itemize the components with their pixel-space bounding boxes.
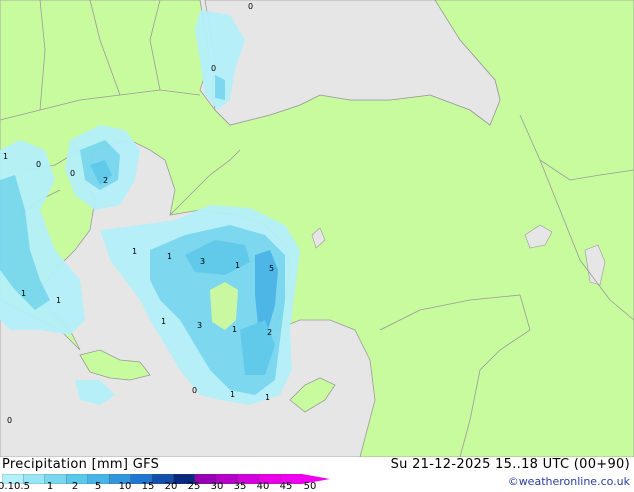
map-label: 0 [192, 386, 197, 395]
map-label: 0 [248, 2, 253, 11]
map-label: 0 [36, 160, 41, 169]
legend-label: 50 [303, 481, 317, 492]
map-label: 0 [70, 169, 75, 178]
map-label: 0 [211, 64, 216, 73]
legend-label: 30 [210, 481, 224, 492]
map-label: 1 [161, 317, 166, 326]
map-label: 1 [56, 296, 61, 305]
credit-link[interactable]: ©weatheronline.co.uk [508, 475, 630, 488]
map-label: 1 [232, 325, 237, 334]
map-label: 1 [230, 390, 235, 399]
map-label: 3 [200, 257, 205, 266]
map-title: Precipitation [mm] GFS [2, 457, 160, 472]
legend-label: 15 [141, 481, 155, 492]
map-label: 2 [103, 176, 108, 185]
legend-label: 40 [256, 481, 270, 492]
map-label: 1 [235, 261, 240, 270]
legend-label: 1 [46, 481, 54, 492]
map-label: 3 [197, 321, 202, 330]
map-label: 1 [21, 289, 26, 298]
legend-label: 5 [94, 481, 102, 492]
map-label: 1 [167, 252, 172, 261]
legend-label: 20 [164, 481, 178, 492]
map-label: 2 [267, 328, 272, 337]
legend-label: 0.5 [14, 481, 30, 492]
legend-label: 0.1 [0, 481, 14, 492]
valid-time: Su 21-12-2025 15..18 UTC (00+90) [390, 457, 630, 472]
map-label: 1 [265, 393, 270, 402]
legend-label: 35 [233, 481, 247, 492]
map-label: 0 [7, 416, 12, 425]
legend-label: 2 [71, 481, 79, 492]
map-label: 5 [269, 264, 274, 273]
map-label: 1 [132, 247, 137, 256]
legend-label: 25 [187, 481, 201, 492]
legend-label: 45 [279, 481, 293, 492]
map-footer: Precipitation [mm] GFS Su 21-12-2025 15.… [0, 457, 634, 492]
precipitation-map: 0 0 1 0 0 2 1 1 3 1 5 1 1 1 3 1 2 0 1 1 … [0, 0, 634, 457]
legend-label: 10 [118, 481, 132, 492]
map-label: 1 [3, 152, 8, 161]
